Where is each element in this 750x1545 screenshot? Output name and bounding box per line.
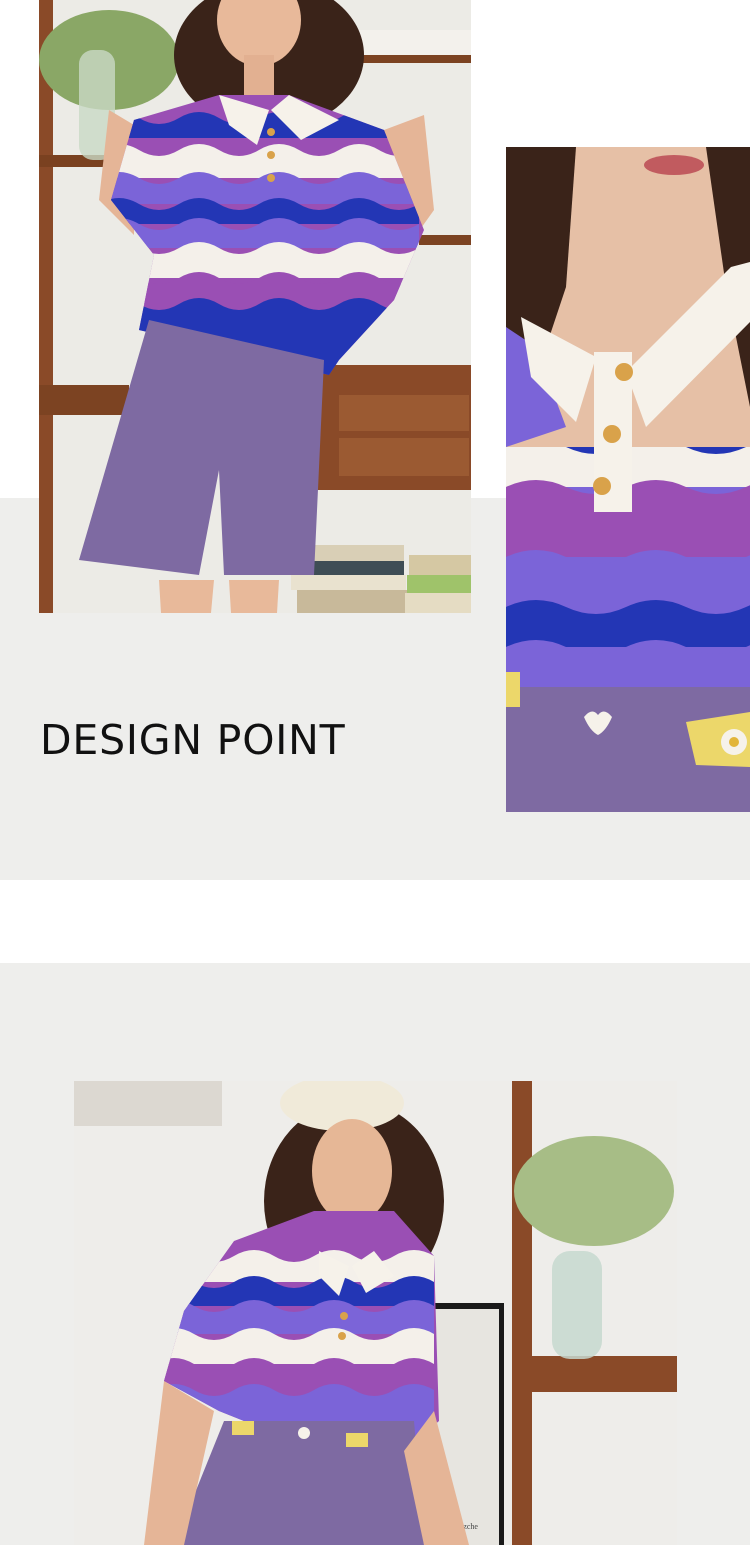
section-heading: DESIGN POINT (40, 716, 346, 764)
section-separator (0, 880, 750, 963)
model-full-body-photo (39, 0, 471, 613)
model-smiling-photo: Jurida Nietzche (74, 1081, 677, 1545)
collar-detail-photo (506, 147, 750, 812)
